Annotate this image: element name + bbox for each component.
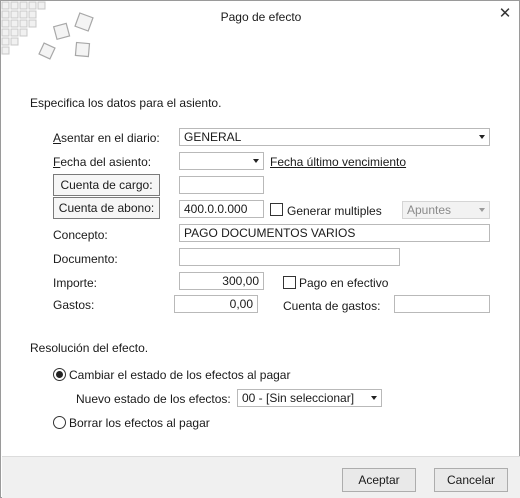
diario-select[interactable]: GENERAL — [179, 128, 490, 146]
cuenta-abono-button[interactable]: Cuenta de abono: — [53, 197, 160, 219]
cuenta-gastos-input[interactable] — [394, 295, 490, 313]
fecha-date-picker[interactable] — [179, 152, 264, 170]
generar-multiples-checkbox[interactable] — [270, 203, 283, 216]
diario-select-value: GENERAL — [184, 130, 242, 144]
nuevo-estado-select[interactable]: 00 - [Sin seleccionar] — [237, 389, 382, 407]
chevron-down-icon — [479, 135, 485, 139]
close-icon[interactable]: ✕ — [495, 5, 515, 23]
chevron-down-icon — [253, 159, 259, 163]
cambiar-estado-label: Cambiar el estado de los efectos al paga… — [69, 368, 291, 382]
documento-input[interactable] — [179, 248, 400, 266]
fecha-ultimo-vencimiento-link[interactable]: Fecha último vencimiento — [270, 155, 406, 169]
documento-label: Documento: — [53, 252, 118, 266]
cuenta-abono-input[interactable]: 400.0.0.000 — [179, 200, 264, 218]
pago-efectivo-label: Pago en efectivo — [299, 276, 389, 290]
dialog-title: Pago de efecto — [220, 10, 302, 24]
pago-efectivo-checkbox[interactable] — [283, 276, 296, 289]
importe-input[interactable]: 300,00 — [179, 272, 264, 290]
borrar-efectos-radio[interactable] — [53, 416, 66, 429]
generar-multiples-label: Generar multiples — [287, 204, 382, 218]
intro-text: Especifica los datos para el asiento. — [30, 96, 222, 110]
cuenta-gastos-label: Cuenta de gastos: — [283, 299, 381, 313]
resolucion-title: Resolución del efecto. — [30, 341, 149, 355]
chevron-down-icon — [371, 396, 377, 400]
fecha-label: Fecha del asiento: — [53, 155, 152, 169]
nuevo-estado-value: 00 - [Sin seleccionar] — [242, 391, 355, 405]
apuntes-select-value: Apuntes — [407, 203, 452, 217]
chevron-down-icon — [479, 208, 485, 212]
apuntes-select: Apuntes — [402, 201, 490, 219]
borrar-efectos-label: Borrar los efectos al pagar — [69, 416, 210, 430]
concepto-label: Concepto: — [53, 228, 108, 242]
importe-label: Importe: — [53, 276, 98, 290]
aceptar-button[interactable]: Aceptar — [342, 468, 416, 492]
radio-selected-dot — [56, 371, 63, 378]
dialog-window: Pago de efecto ✕ Especifica los datos pa… — [0, 0, 520, 498]
cuenta-cargo-input[interactable] — [179, 176, 264, 194]
gastos-label: Gastos: — [53, 298, 95, 312]
cancelar-button[interactable]: Cancelar — [434, 468, 508, 492]
diario-label: Asentar en el diario: — [53, 131, 160, 145]
gastos-input[interactable]: 0,00 — [174, 295, 258, 313]
nuevo-estado-label: Nuevo estado de los efectos: — [76, 392, 231, 406]
cuenta-cargo-button[interactable]: Cuenta de cargo: — [53, 174, 160, 196]
cambiar-estado-radio[interactable] — [53, 368, 66, 381]
concepto-input[interactable]: PAGO DOCUMENTOS VARIOS — [179, 224, 490, 242]
